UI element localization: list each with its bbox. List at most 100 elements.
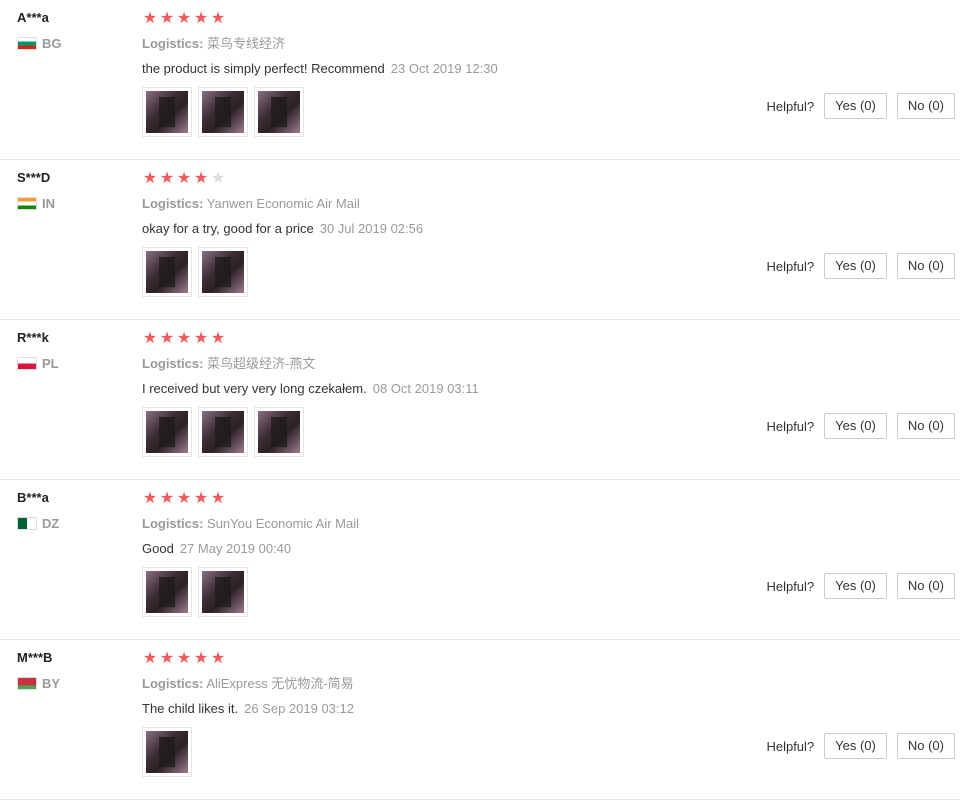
- star-icon: ★: [176, 650, 192, 667]
- review-text: Good 27 May 2019 00:40: [142, 540, 960, 558]
- review-item: S***D IN ★ ★ ★ ★ ★ Logistics: Yanwen Economi…: [0, 160, 960, 320]
- star-icon: ★: [176, 10, 192, 27]
- reviewer-info: A***a BG: [17, 10, 62, 51]
- logistics-value: SunYou Economic Air Mail: [207, 516, 360, 531]
- logistics-info: Logistics: 菜鸟超级经济-燕文: [142, 355, 960, 373]
- star-icon: ★: [193, 490, 209, 507]
- logistics-label: Logistics:: [142, 516, 204, 531]
- review-date: 23 Oct 2019 12:30: [390, 61, 498, 76]
- review-date: 08 Oct 2019 03:11: [372, 381, 479, 396]
- logistics-value: 菜鸟超级经济-燕文: [207, 356, 316, 371]
- star-icon: ★: [159, 490, 175, 507]
- helpful-yes-button[interactable]: Yes (0): [824, 93, 887, 119]
- review-image-thumbnail[interactable]: [254, 87, 304, 137]
- star-rating: ★ ★ ★ ★ ★: [142, 490, 960, 508]
- star-rating: ★ ★ ★ ★ ★: [142, 330, 960, 348]
- helpful-yes-button[interactable]: Yes (0): [824, 413, 887, 439]
- star-rating: ★ ★ ★ ★ ★: [142, 10, 960, 28]
- helpful-no-button[interactable]: No (0): [896, 253, 955, 279]
- review-body: ★ ★ ★ ★ ★ Logistics: 菜鸟超级经济-燕文 I received bu…: [142, 330, 960, 457]
- helpful-no-button[interactable]: No (0): [896, 573, 955, 599]
- review-image-thumbnail[interactable]: [198, 87, 248, 137]
- star-icon: ★: [193, 170, 209, 187]
- review-image-thumbnail[interactable]: [142, 407, 192, 457]
- product-photo-image: [202, 571, 244, 613]
- product-photo-image: [258, 91, 300, 133]
- review-content: Good: [142, 541, 174, 556]
- review-content: I received but very very long czekałem.: [142, 381, 367, 396]
- review-image-thumbnail[interactable]: [142, 727, 192, 777]
- logistics-info: Logistics: SunYou Economic Air Mail: [142, 515, 960, 533]
- helpful-no-button[interactable]: No (0): [896, 413, 955, 439]
- reviewer-name: R***k: [17, 330, 49, 345]
- logistics-value: 菜鸟专线经济: [207, 36, 286, 51]
- star-icon: ★: [159, 170, 175, 187]
- review-content: The child likes it.: [142, 701, 239, 716]
- review-image-thumbnail[interactable]: [254, 407, 304, 457]
- star-icon: ★: [142, 170, 158, 187]
- review-text: The child likes it. 26 Sep 2019 03:12: [142, 700, 960, 718]
- review-image-thumbnail[interactable]: [198, 567, 248, 617]
- logistics-label: Logistics:: [142, 196, 204, 211]
- reviewer-name: M***B: [17, 650, 53, 665]
- helpful-label: Helpful?: [766, 98, 815, 114]
- reviewer-name: A***a: [17, 10, 49, 25]
- star-icon: ★: [193, 10, 209, 27]
- review-image-thumbnail[interactable]: [142, 567, 192, 617]
- review-body: ★ ★ ★ ★ ★ Logistics: SunYou Economic Air Mai…: [142, 490, 960, 617]
- star-icon: ★: [142, 650, 158, 667]
- country-code: PL: [42, 356, 59, 371]
- review-date: 27 May 2019 00:40: [179, 541, 292, 556]
- star-icon: ★: [176, 330, 192, 347]
- reviewer-info: R***k PL: [17, 330, 59, 371]
- star-icon: ★: [210, 10, 226, 27]
- helpful-no-button[interactable]: No (0): [896, 733, 955, 759]
- helpful-yes-button[interactable]: Yes (0): [824, 253, 887, 279]
- star-icon: ★: [193, 650, 209, 667]
- helpful-label: Helpful?: [766, 578, 815, 594]
- logistics-label: Logistics:: [142, 676, 204, 691]
- reviewer-info: B***a DZ: [17, 490, 59, 531]
- helpful-label: Helpful?: [766, 258, 815, 274]
- star-icon: ★: [159, 10, 175, 27]
- country-code: BG: [42, 36, 62, 51]
- review-image-thumbnail[interactable]: [142, 87, 192, 137]
- review-image-thumbnail[interactable]: [142, 247, 192, 297]
- product-photo-image: [146, 411, 188, 453]
- logistics-info: Logistics: Yanwen Economic Air Mail: [142, 195, 960, 213]
- country-flag-icon: [17, 197, 37, 210]
- logistics-info: Logistics: AliExpress 无忧物流-简易: [142, 675, 960, 693]
- logistics-value: AliExpress 无忧物流-简易: [206, 676, 354, 691]
- star-icon: ★: [210, 650, 226, 667]
- helpful-yes-button[interactable]: Yes (0): [824, 573, 887, 599]
- star-rating: ★ ★ ★ ★ ★: [142, 650, 960, 668]
- product-photo-image: [146, 571, 188, 613]
- star-icon: ★: [142, 490, 158, 507]
- review-date: 30 Jul 2019 02:56: [319, 221, 424, 236]
- product-photo-image: [146, 91, 188, 133]
- review-body: ★ ★ ★ ★ ★ Logistics: AliExpress 无忧物流-简易 The …: [142, 650, 960, 777]
- reviewer-country: BY: [17, 676, 60, 691]
- review-images: [142, 567, 248, 617]
- helpful-label: Helpful?: [766, 738, 815, 754]
- helpful-vote: Helpful? Yes (0) No (0): [766, 253, 955, 279]
- reviewer-country: BG: [17, 36, 62, 51]
- review-image-thumbnail[interactable]: [198, 247, 248, 297]
- review-item: R***k PL ★ ★ ★ ★ ★ Logistics: 菜鸟超级经济-燕文 I re…: [0, 320, 960, 480]
- star-icon: ★: [142, 10, 158, 27]
- review-images: [142, 727, 192, 777]
- reviews-list: A***a BG ★ ★ ★ ★ ★ Logistics: 菜鸟专线经济 the pro…: [0, 0, 978, 800]
- review-content: okay for a try, good for a price: [142, 221, 314, 236]
- review-item: M***B BY ★ ★ ★ ★ ★ Logistics: AliExpress 无忧物…: [0, 640, 960, 800]
- reviewer-name: S***D: [17, 170, 51, 185]
- star-icon: ★: [159, 650, 175, 667]
- review-image-thumbnail[interactable]: [198, 407, 248, 457]
- helpful-yes-button[interactable]: Yes (0): [824, 733, 887, 759]
- reviewer-info: S***D IN: [17, 170, 55, 211]
- star-icon: ★: [176, 170, 192, 187]
- review-content: the product is simply perfect! Recommend: [142, 61, 385, 76]
- helpful-no-button[interactable]: No (0): [896, 93, 955, 119]
- review-text: okay for a try, good for a price 30 Jul 2…: [142, 220, 960, 238]
- star-icon: ★: [193, 330, 209, 347]
- reviewer-country: PL: [17, 356, 59, 371]
